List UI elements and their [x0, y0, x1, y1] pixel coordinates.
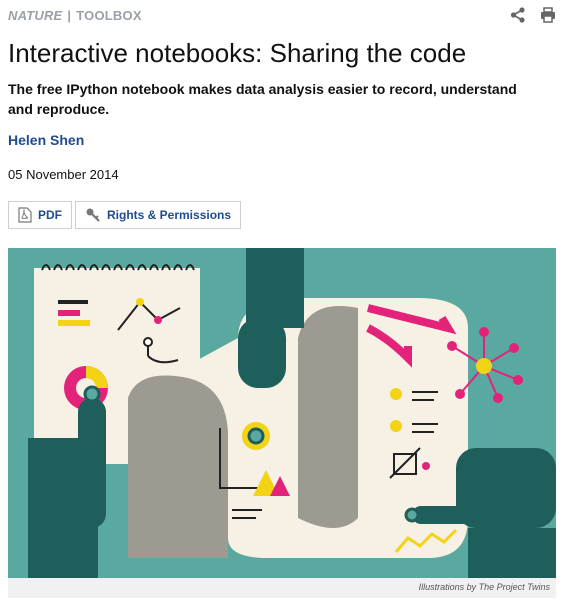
- header-separator: |: [67, 8, 72, 23]
- rights-label: Rights & Permissions: [107, 208, 232, 222]
- pdf-label: PDF: [38, 208, 62, 222]
- section-label[interactable]: TOOLBOX: [76, 8, 141, 23]
- publish-date: 05 November 2014: [8, 167, 119, 182]
- caption-bar: Illustrations by The Project Twins: [8, 578, 556, 598]
- author-link[interactable]: Helen Shen: [8, 132, 84, 148]
- key-icon: [85, 207, 101, 223]
- illustration-credit: Illustrations by The Project Twins: [418, 582, 550, 592]
- section-header: NATURE | TOOLBOX: [8, 8, 142, 23]
- article-illustration: [8, 248, 556, 578]
- share-icon[interactable]: [509, 6, 527, 24]
- brand-label[interactable]: NATURE: [8, 8, 62, 23]
- header-tools: [509, 6, 557, 24]
- article-standfirst: The free IPython notebook makes data ana…: [8, 81, 517, 117]
- pdf-button[interactable]: PDF: [8, 201, 72, 229]
- article-title: Interactive notebooks: Sharing the code: [8, 38, 467, 68]
- illustration-art: [8, 248, 556, 578]
- pdf-icon: [18, 207, 32, 223]
- print-icon[interactable]: [539, 6, 557, 24]
- rights-permissions-button[interactable]: Rights & Permissions: [75, 201, 242, 229]
- article-actions: PDF Rights & Permissions: [8, 201, 242, 229]
